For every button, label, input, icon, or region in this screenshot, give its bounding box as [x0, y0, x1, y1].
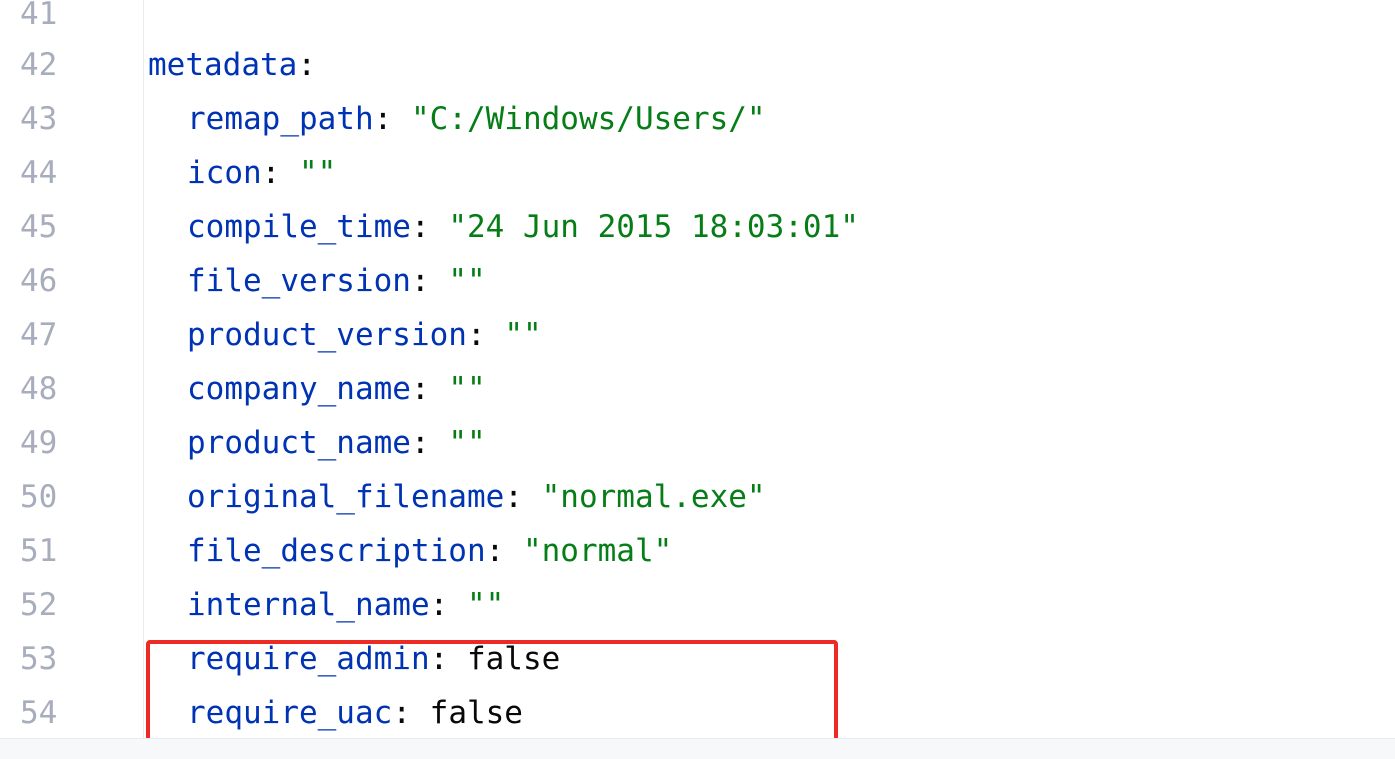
line-number: 46 — [20, 263, 58, 299]
yaml-colon: : — [504, 479, 523, 515]
code-line[interactable]: 43 remap_path: "C:/Windows/Users/" — [0, 92, 1395, 146]
code-line[interactable]: 51 file_description: "normal" — [0, 524, 1395, 578]
yaml-key: product_version — [187, 317, 467, 353]
line-number: 47 — [20, 317, 58, 353]
yaml-colon: : — [373, 101, 393, 137]
code-line[interactable]: 42 metadata: — [0, 38, 1395, 92]
code-content: require_uac: false — [148, 686, 523, 740]
line-number: 48 — [20, 371, 58, 407]
code-line[interactable]: 54 require_uac: false — [0, 686, 1395, 740]
yaml-key: product_name — [187, 425, 411, 461]
code-line[interactable]: 46 file_version: "" — [0, 254, 1395, 308]
yaml-colon: : — [297, 47, 316, 83]
code-editor[interactable]: 41 42 metadata: 43 remap_path: "C:/Windo… — [0, 0, 1395, 759]
yaml-colon: : — [261, 155, 281, 191]
code-content: icon: "" — [148, 146, 336, 200]
line-number: 50 — [20, 479, 58, 515]
yaml-colon: : — [410, 425, 430, 461]
yaml-key: require_uac — [187, 695, 393, 731]
yaml-colon: : — [392, 695, 411, 731]
yaml-key: metadata — [148, 47, 298, 83]
yaml-key: internal_name — [187, 587, 430, 623]
yaml-boolean-value: false — [466, 641, 561, 677]
yaml-colon: : — [429, 587, 449, 623]
yaml-key: original_filename — [187, 479, 505, 515]
code-line[interactable]: 45 compile_time: "24 Jun 2015 18:03:01" — [0, 200, 1395, 254]
code-content: require_admin: false — [148, 632, 560, 686]
editor-bottom-bar — [0, 738, 1395, 759]
line-number: 52 — [20, 587, 58, 623]
yaml-string-value: "" — [299, 155, 337, 191]
yaml-string-value: "normal.exe" — [541, 479, 766, 515]
line-number: 45 — [20, 209, 58, 245]
line-number: 49 — [20, 425, 58, 461]
code-content: internal_name: "" — [148, 578, 504, 632]
line-number: 42 — [20, 47, 58, 83]
yaml-string-value: "" — [448, 371, 486, 407]
code-content: remap_path: "C:/Windows/Users/" — [148, 92, 766, 146]
code-line[interactable]: 47 product_version: "" — [0, 308, 1395, 362]
line-number: 53 — [20, 641, 58, 677]
yaml-string-value: "24 Jun 2015 18:03:01" — [448, 209, 859, 245]
code-content: original_filename: "normal.exe" — [148, 470, 766, 524]
code-line[interactable]: 41 — [0, 0, 1395, 41]
yaml-key: company_name — [187, 371, 411, 407]
yaml-string-value: "" — [466, 587, 505, 623]
yaml-key: file_description — [187, 533, 486, 569]
code-content: company_name: "" — [148, 362, 486, 416]
yaml-colon: : — [410, 209, 430, 245]
yaml-key: require_admin — [187, 641, 430, 677]
code-line[interactable]: 48 company_name: "" — [0, 362, 1395, 416]
code-line[interactable]: 44 icon: "" — [0, 146, 1395, 200]
code-content: metadata: — [148, 38, 316, 92]
line-number: 54 — [20, 695, 58, 731]
code-content: product_version: "" — [148, 308, 542, 362]
yaml-key: icon — [187, 155, 262, 191]
line-number: 41 — [20, 0, 58, 32]
code-content: product_name: "" — [148, 416, 486, 470]
yaml-colon: : — [410, 371, 430, 407]
yaml-string-value: "" — [448, 425, 486, 461]
code-line[interactable]: 53 require_admin: false — [0, 632, 1395, 686]
yaml-colon: : — [429, 641, 449, 677]
code-content: file_version: "" — [148, 254, 486, 308]
yaml-string-value: "" — [504, 317, 542, 353]
yaml-colon: : — [410, 263, 430, 299]
yaml-string-value: "normal" — [522, 533, 673, 569]
yaml-key: compile_time — [187, 209, 411, 245]
yaml-key: file_version — [187, 263, 411, 299]
code-content: compile_time: "24 Jun 2015 18:03:01" — [148, 200, 859, 254]
yaml-colon: : — [466, 317, 486, 353]
yaml-key: remap_path — [187, 101, 374, 137]
line-number: 44 — [20, 155, 58, 191]
yaml-string-value: "" — [448, 263, 486, 299]
code-line[interactable]: 49 product_name: "" — [0, 416, 1395, 470]
line-number: 51 — [20, 533, 58, 569]
line-number: 43 — [20, 101, 58, 137]
yaml-colon: : — [485, 533, 505, 569]
yaml-boolean-value: false — [429, 695, 523, 731]
code-line[interactable]: 50 original_filename: "normal.exe" — [0, 470, 1395, 524]
code-content: file_description: "normal" — [148, 524, 672, 578]
code-line[interactable]: 52 internal_name: "" — [0, 578, 1395, 632]
yaml-string-value: "C:/Windows/Users/" — [410, 101, 766, 137]
